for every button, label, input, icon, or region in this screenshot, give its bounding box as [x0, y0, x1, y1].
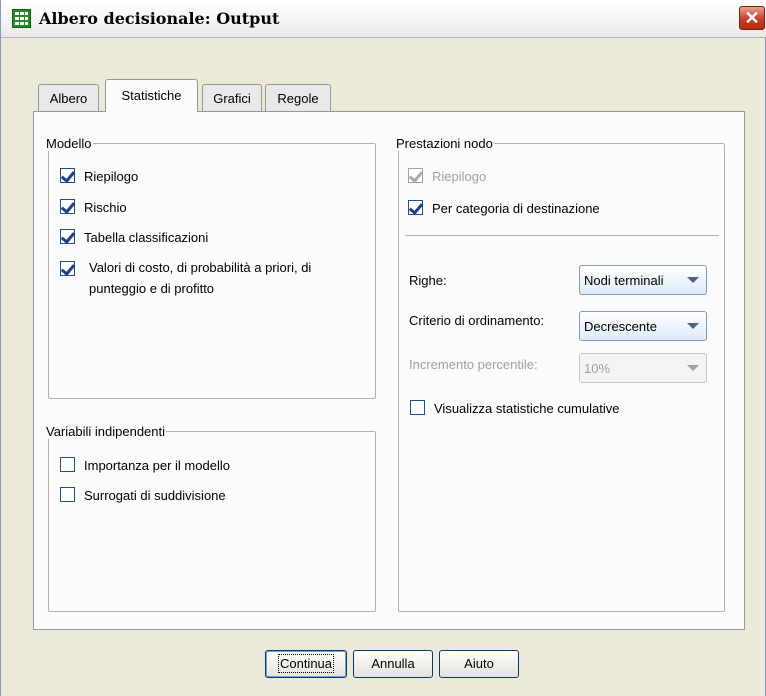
per-categoria-checkbox[interactable] [408, 200, 423, 215]
per-categoria-label[interactable]: Per categoria di destinazione [432, 201, 600, 216]
title-bar[interactable]: Albero decisionale: Output ✕ [1, 0, 766, 38]
incremento-percentile-value: 10% [584, 361, 611, 376]
prestazioni-riepilogo-label[interactable]: Riepilogo [432, 169, 486, 184]
prestazioni-divider [405, 235, 719, 236]
tab-grafici[interactable]: Grafici [202, 84, 262, 112]
tab-regole-label: Regole [277, 91, 319, 106]
criterio-ordinamento-select[interactable]: Decrescente [579, 311, 707, 341]
aiuto-button-label: Aiuto [464, 656, 494, 671]
surrogati-suddivisione-label[interactable]: Surrogati di suddivisione [84, 488, 226, 503]
importanza-modello-checkbox[interactable] [60, 457, 75, 472]
rischio-label[interactable]: Rischio [84, 200, 127, 215]
righe-select[interactable]: Nodi terminali [579, 265, 707, 295]
righe-label: Righe: [409, 273, 447, 288]
dialog-window: Albero decisionale: Output ✕ Albero Stat… [0, 0, 766, 696]
annulla-button[interactable]: Annulla [353, 650, 433, 678]
tabella-classificazioni-checkbox[interactable] [60, 229, 75, 244]
aiuto-button[interactable]: Aiuto [439, 650, 519, 678]
variabili-indipendenti-group: Variabili indipendenti [46, 424, 376, 612]
tab-statistiche-label: Statistiche [121, 88, 182, 103]
criterio-ordinamento-label: Criterio di ordinamento: [409, 313, 545, 328]
tab-regole[interactable]: Regole [265, 84, 331, 112]
continua-button[interactable]: Continua [265, 650, 347, 678]
valori-costo-checkbox[interactable] [60, 261, 75, 276]
prestazioni-riepilogo-checkbox[interactable] [408, 168, 423, 183]
rischio-checkbox[interactable] [60, 199, 75, 214]
incremento-percentile-label: Incremento percentile: [409, 357, 538, 372]
incremento-percentile-select[interactable]: 10% [579, 353, 707, 383]
close-icon: ✕ [744, 8, 760, 28]
valori-costo-label-line2[interactable]: punteggio e di profitto [89, 281, 214, 296]
righe-select-value: Nodi terminali [584, 273, 664, 288]
riepilogo-label[interactable]: Riepilogo [84, 169, 138, 184]
statistiche-cumulative-label[interactable]: Visualizza statistiche cumulative [434, 401, 619, 416]
variabili-indipendenti-legend: Variabili indipendenti [46, 424, 166, 439]
tab-albero-label: Albero [49, 91, 88, 106]
tab-albero[interactable]: Albero [38, 84, 99, 112]
surrogati-suddivisione-checkbox[interactable] [60, 487, 75, 502]
window-title: Albero decisionale: Output [39, 9, 280, 28]
chevron-down-icon [687, 277, 699, 283]
continua-button-label: Continua [277, 654, 335, 673]
close-button[interactable]: ✕ [739, 6, 765, 30]
importanza-modello-label[interactable]: Importanza per il modello [84, 458, 230, 473]
modello-legend: Modello [46, 136, 92, 151]
tab-statistiche[interactable]: Statistiche [105, 79, 198, 112]
riepilogo-checkbox[interactable] [60, 168, 75, 183]
tab-grafici-label: Grafici [213, 91, 251, 106]
annulla-button-label: Annulla [371, 656, 415, 671]
statistiche-cumulative-checkbox[interactable] [410, 400, 425, 415]
prestazioni-nodo-legend: Prestazioni nodo [396, 136, 493, 151]
tabella-classificazioni-label[interactable]: Tabella classificazioni [84, 230, 208, 245]
criterio-ordinamento-value: Decrescente [584, 319, 657, 334]
chevron-down-icon [687, 323, 699, 329]
valori-costo-label-line1[interactable]: Valori di costo, di probabilità a priori… [89, 260, 311, 275]
chevron-down-icon [687, 365, 699, 371]
table-grid-icon [12, 9, 31, 28]
